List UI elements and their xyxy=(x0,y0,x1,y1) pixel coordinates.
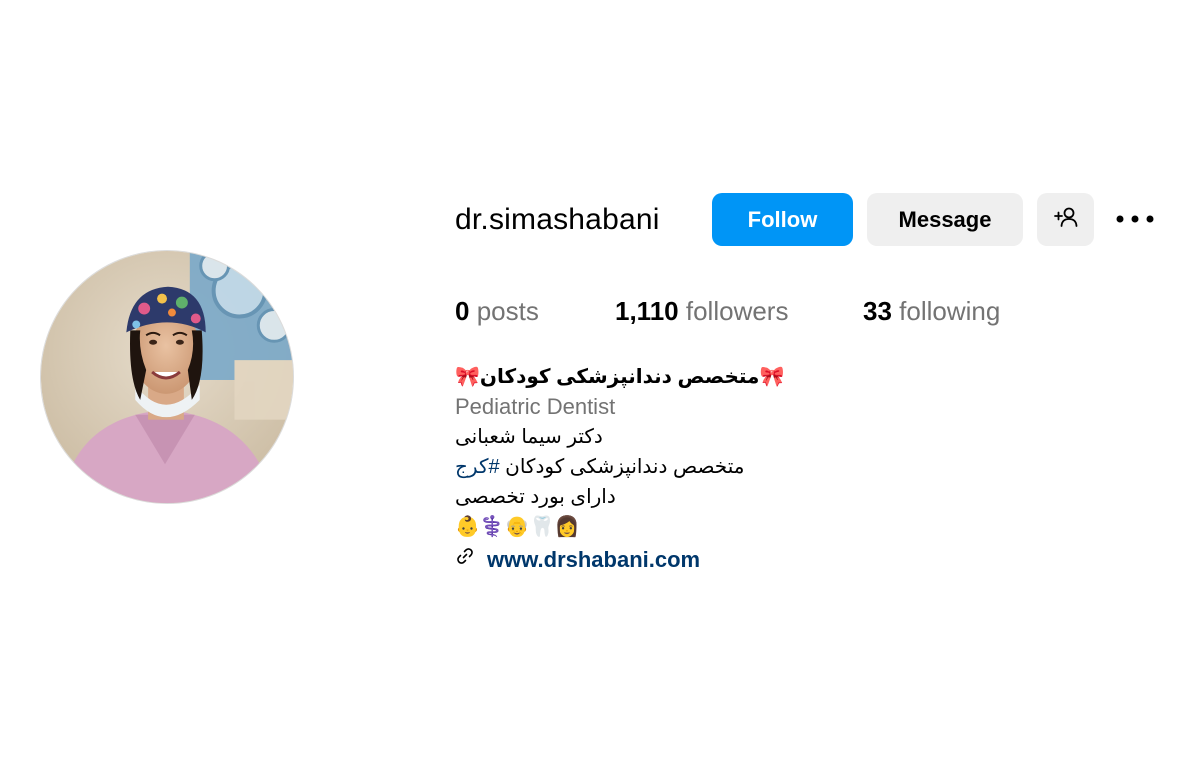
posts-count: 0 xyxy=(455,296,470,326)
followers-stat[interactable]: 1,110 followers xyxy=(615,293,788,329)
posts-label: posts xyxy=(476,296,539,326)
profile-bio: 🎀متخصص دندانپزشکی کودکان🎀 Pediatric Dent… xyxy=(455,362,855,576)
followers-label: followers xyxy=(685,296,789,326)
bio-display-name: 🎀متخصص دندانپزشکی کودکان🎀 xyxy=(455,366,785,388)
bio-website-link[interactable]: www.drshabani.com xyxy=(487,545,700,575)
follow-button[interactable]: Follow xyxy=(712,193,853,246)
bio-link-row[interactable]: www.drshabani.com xyxy=(455,544,855,576)
more-options-button[interactable] xyxy=(1112,205,1158,235)
bio-line-1: دکتر سیما شعبانی xyxy=(455,426,603,448)
add-person-icon xyxy=(1053,206,1079,234)
following-stat[interactable]: 33 following xyxy=(863,293,1000,329)
bio-category: Pediatric Dentist xyxy=(455,394,616,419)
following-count: 33 xyxy=(863,296,892,326)
profile-avatar[interactable] xyxy=(40,250,294,504)
more-options-icon xyxy=(1115,211,1155,229)
bio-line-2: متخصص دندانپزشکی کودکان #کرج xyxy=(455,452,744,482)
message-button[interactable]: Message xyxy=(867,193,1023,246)
bio-hashtag[interactable]: #کرج xyxy=(455,456,500,478)
followers-count: 1,110 xyxy=(615,296,679,326)
following-label: following xyxy=(899,296,1001,326)
link-icon xyxy=(455,545,475,575)
posts-stat: 0 posts xyxy=(455,293,539,329)
bio-line-3: دارای بورد تخصصی xyxy=(455,486,616,508)
bio-emoji-line: 👶⚕️👴🦷👩 xyxy=(455,516,580,538)
bio-line-2-text: متخصص دندانپزشکی کودکان xyxy=(499,456,745,478)
profile-username: dr.simashabani xyxy=(455,203,660,236)
suggest-similar-button[interactable] xyxy=(1037,193,1094,246)
